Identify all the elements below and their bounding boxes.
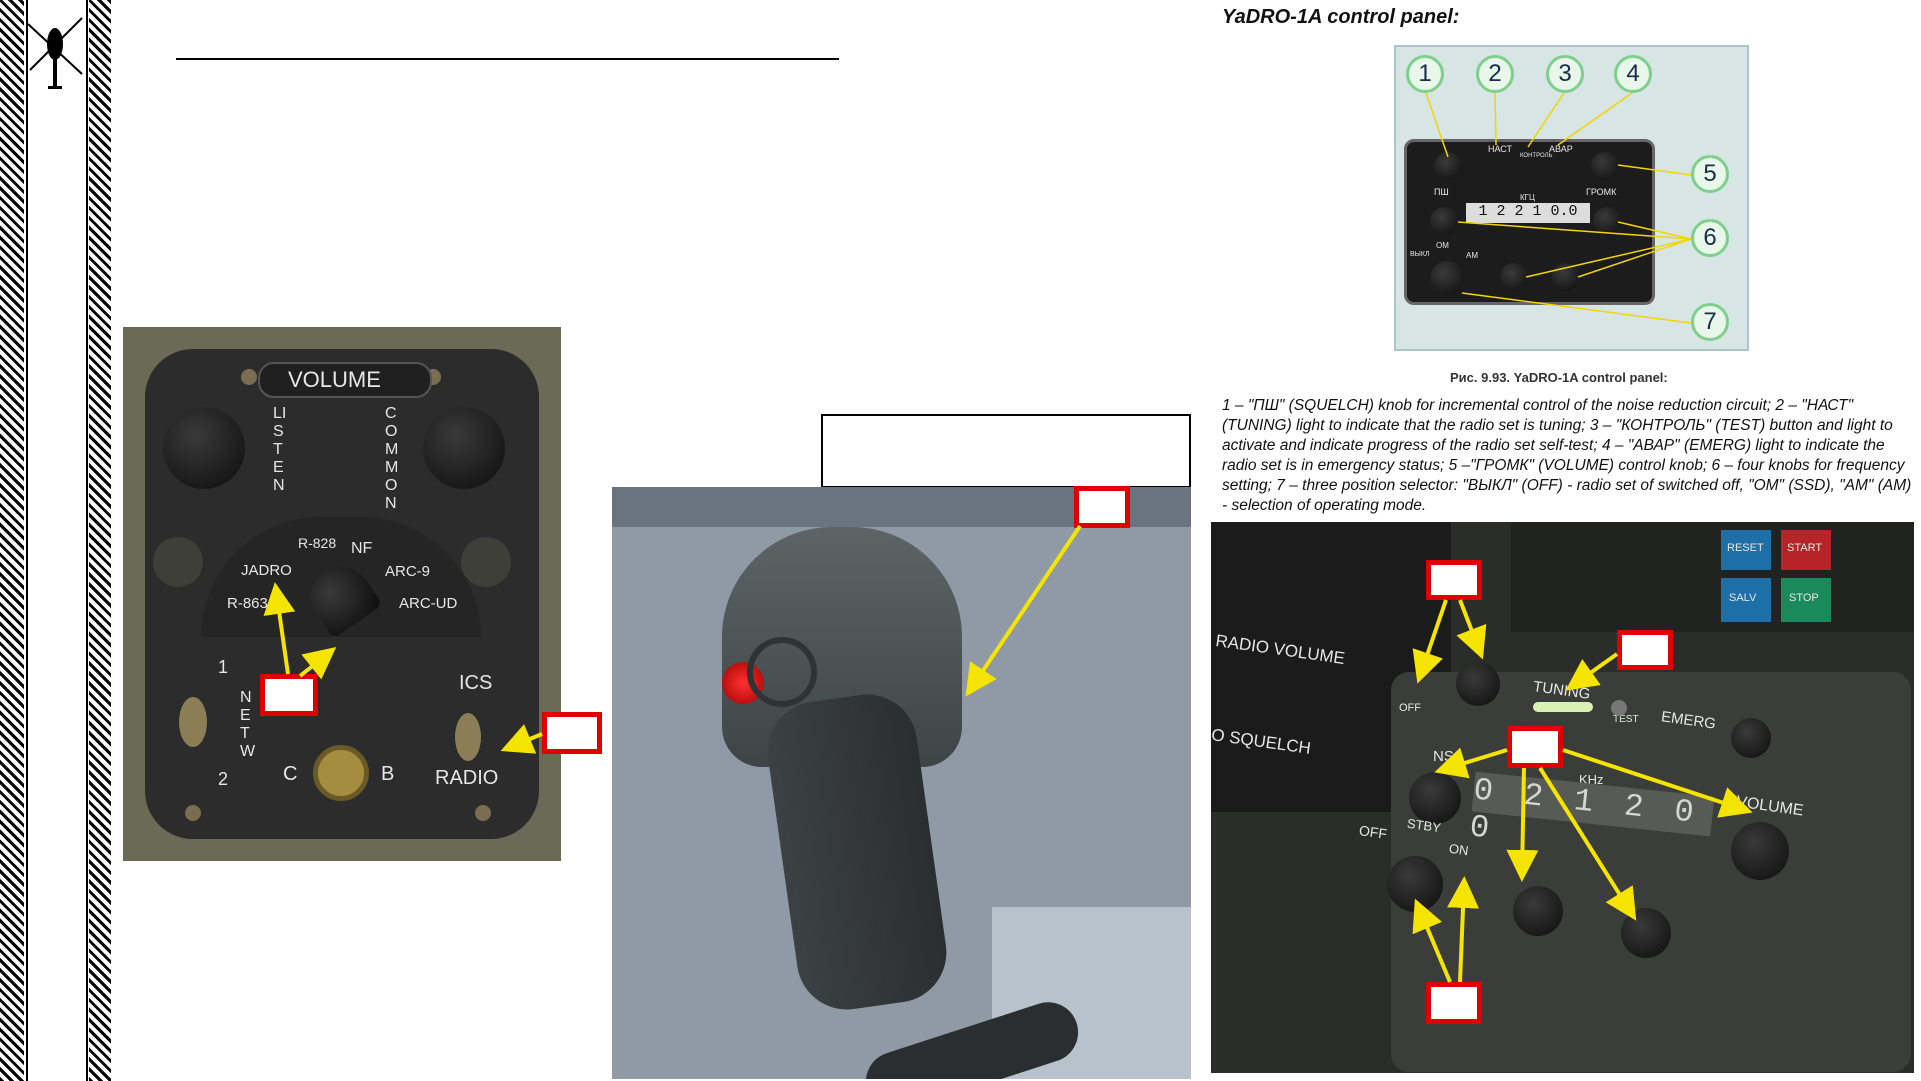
arrow	[263, 582, 296, 675]
arrow	[1538, 766, 1637, 921]
arrow	[1456, 599, 1487, 660]
arrow	[1412, 898, 1452, 983]
arrow-overlay	[263, 524, 1753, 983]
arrow	[1565, 652, 1619, 691]
arrow	[1562, 748, 1753, 818]
arrow	[1412, 599, 1448, 684]
arrow	[298, 647, 337, 680]
arrow	[1447, 876, 1480, 983]
arrow	[500, 724, 543, 754]
arrow	[1506, 767, 1539, 882]
arrow	[965, 524, 1082, 697]
arrow	[1434, 747, 1508, 779]
